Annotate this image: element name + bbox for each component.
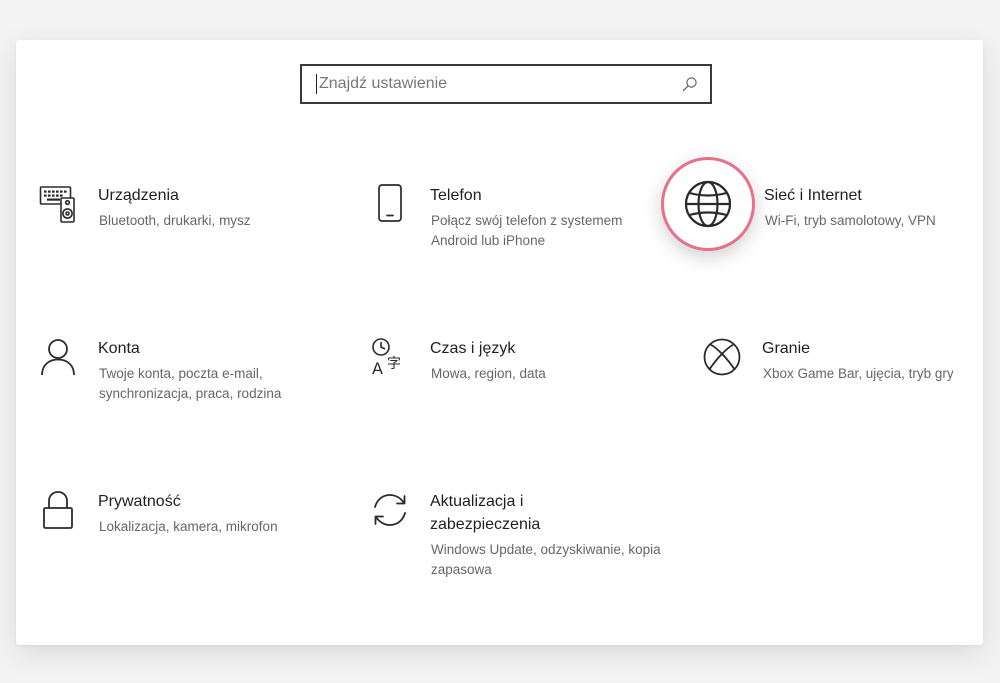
tile-description: Bluetooth, drukarki, mysz [99,213,251,228]
tile-description: Wi-Fi, tryb samolotowy, VPN [765,213,936,228]
tile-title: Czas i język [430,340,516,357]
settings-window: Urządzenia Bluetooth, drukarki, mysz Tel… [16,40,983,645]
tile-time-language[interactable]: A 字 Czas i język Mowa, region, data [370,337,670,447]
tile-description: Mowa, region, data [431,366,546,381]
tile-devices[interactable]: Urządzenia Bluetooth, drukarki, mysz [38,184,338,294]
globe-icon [682,178,734,230]
tile-title: Granie [762,340,811,357]
lock-icon [38,490,78,530]
svg-text:A: A [372,359,383,377]
tile-update-security[interactable]: Aktualizacja i zabezpieczenia Windows Up… [370,490,670,600]
person-icon [38,337,78,377]
search-input[interactable] [317,66,680,102]
tile-title: Konta [98,340,140,357]
refresh-icon [370,490,410,530]
tile-privacy[interactable]: Prywatność Lokalizacja, kamera, mikrofon [38,490,338,600]
time-language-icon: A 字 [370,337,410,377]
tile-title: Urządzenia [98,187,179,204]
tile-network-internet[interactable]: Sieć i Internet Wi-Fi, tryb samolotowy, … [682,178,982,294]
tile-title: Prywatność [98,493,181,510]
tile-title: Sieć i Internet [764,187,862,204]
phone-icon [370,184,410,224]
tile-gaming[interactable]: Granie Xbox Game Bar, ujęcia, tryb gry [702,337,1000,447]
tile-description: Lokalizacja, kamera, mikrofon [99,519,278,534]
search-box[interactable] [300,64,712,104]
xbox-icon [702,337,742,377]
svg-text:字: 字 [387,356,401,372]
tile-accounts[interactable]: Konta Twoje konta, poczta e-mail, synchr… [38,337,338,447]
tile-title: Aktualizacja i zabezpieczenia [430,493,541,533]
tile-title: Telefon [430,187,482,204]
keyboard-speaker-icon [38,184,78,224]
tile-description: Połącz swój telefon z systemem Android l… [431,213,623,248]
tile-phone[interactable]: Telefon Połącz swój telefon z systemem A… [370,184,670,294]
tile-description: Twoje konta, poczta e-mail, synchronizac… [99,366,282,401]
tile-description: Windows Update, odzyskiwanie, kopia zapa… [431,542,661,577]
tile-description: Xbox Game Bar, ujęcia, tryb gry [763,366,954,381]
search-icon[interactable] [680,74,700,94]
